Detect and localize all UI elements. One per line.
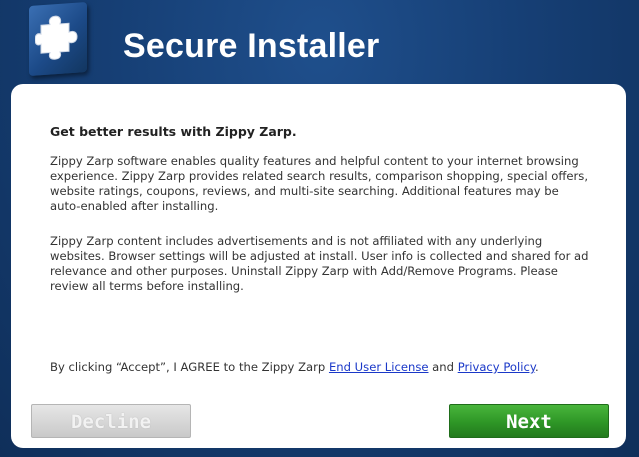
privacy-policy-link[interactable]: Privacy Policy [458, 360, 535, 374]
decline-button[interactable]: Decline [31, 404, 191, 438]
description-paragraph: Zippy Zarp software enables quality feat… [50, 154, 589, 213]
agreement-prefix: By clicking “Accept”, I AGREE to the Zip… [50, 360, 329, 374]
headline: Get better results with Zippy Zarp. [50, 124, 297, 139]
eula-link[interactable]: End User License [329, 360, 429, 374]
app-logo [29, 1, 87, 77]
agreement-suffix: . [535, 360, 539, 374]
puzzle-piece-icon [35, 15, 78, 60]
disclosure-paragraph: Zippy Zarp content includes advertisemen… [50, 234, 589, 293]
next-button[interactable]: Next [449, 404, 609, 438]
installer-title: Secure Installer [123, 27, 380, 65]
agreement-middle: and [428, 360, 458, 374]
agreement-text: By clicking “Accept”, I AGREE to the Zip… [50, 360, 539, 374]
